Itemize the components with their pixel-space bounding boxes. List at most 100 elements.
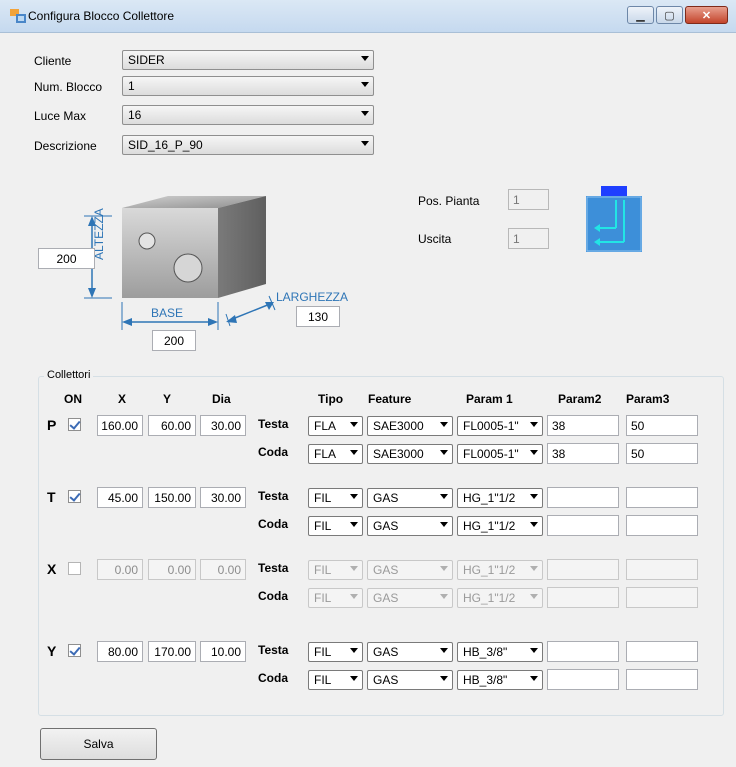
- testa-tipo-select[interactable]: FIL: [308, 642, 363, 662]
- cliente-select[interactable]: SIDER: [122, 50, 374, 70]
- testa-feature-select[interactable]: SAE3000: [367, 416, 453, 436]
- testa-feature-value: GAS: [373, 491, 399, 505]
- app-icon: [10, 9, 26, 23]
- testa-tipo-select[interactable]: FLA: [308, 416, 363, 436]
- testa-param3-input[interactable]: 50: [626, 415, 698, 436]
- row-x-input[interactable]: 0.00: [97, 559, 143, 580]
- testa-param2-input[interactable]: [547, 559, 619, 580]
- testa-param3-input[interactable]: [626, 487, 698, 508]
- row-letter: X: [47, 561, 57, 577]
- testa-param2-input[interactable]: [547, 487, 619, 508]
- uscita-input[interactable]: 1: [508, 228, 549, 249]
- testa-param1-select[interactable]: HG_1"1/2: [457, 560, 543, 580]
- coda-tipo-select[interactable]: FIL: [308, 588, 363, 608]
- altezza-input[interactable]: 200: [38, 248, 95, 269]
- testa-feature-select[interactable]: GAS: [367, 642, 453, 662]
- row-enabled-checkbox[interactable]: [68, 562, 81, 575]
- maximize-button[interactable]: ▢: [656, 6, 683, 24]
- coda-feature-select[interactable]: GAS: [367, 516, 453, 536]
- testa-feature-select[interactable]: GAS: [367, 560, 453, 580]
- dropdown-arrow-icon: [530, 450, 538, 455]
- coda-tipo-select[interactable]: FLA: [308, 444, 363, 464]
- testa-param1-value: HG_1"1/2: [463, 563, 516, 577]
- row-dia-input[interactable]: 10.00: [200, 641, 246, 662]
- testa-tipo-select[interactable]: FIL: [308, 560, 363, 580]
- coda-param1-select[interactable]: HG_1"1/2: [457, 588, 543, 608]
- coda-param3-input[interactable]: [626, 515, 698, 536]
- testa-param3-input[interactable]: [626, 559, 698, 580]
- row-y-value: 170.00: [154, 645, 191, 659]
- dropdown-arrow-icon: [350, 422, 358, 427]
- maximize-icon: ▢: [664, 9, 675, 22]
- coda-feature-select[interactable]: GAS: [367, 588, 453, 608]
- row-dia-value: 10.00: [210, 645, 241, 659]
- dropdown-arrow-icon: [530, 566, 538, 571]
- coda-feature-select[interactable]: SAE3000: [367, 444, 453, 464]
- larghezza-input[interactable]: 130: [296, 306, 340, 327]
- testa-param1-select[interactable]: FL0005-1": [457, 416, 543, 436]
- row-y-value: 150.00: [154, 491, 191, 505]
- testa-param1-select[interactable]: HG_1"1/2: [457, 488, 543, 508]
- descrizione-label: Descrizione: [34, 139, 97, 153]
- testa-tipo-select[interactable]: FIL: [308, 488, 363, 508]
- row-x-input[interactable]: 160.00: [97, 415, 143, 436]
- row-dia-input[interactable]: 30.00: [200, 415, 246, 436]
- row-y-input[interactable]: 170.00: [148, 641, 196, 662]
- row-enabled-checkbox[interactable]: [68, 418, 81, 431]
- num-blocco-select[interactable]: 1: [122, 76, 374, 96]
- testa-param3-input[interactable]: [626, 641, 698, 662]
- row-y-value: 0.00: [167, 563, 191, 577]
- row-enabled-checkbox[interactable]: [68, 644, 81, 657]
- uscita-label: Uscita: [418, 232, 452, 246]
- row-x-input[interactable]: 80.00: [97, 641, 143, 662]
- row-x-value: 0.00: [114, 563, 138, 577]
- coda-tipo-select[interactable]: FIL: [308, 670, 363, 690]
- coda-param2-input[interactable]: 38: [547, 443, 619, 464]
- descrizione-select[interactable]: SID_16_P_90: [122, 135, 374, 155]
- testa-feature-select[interactable]: GAS: [367, 488, 453, 508]
- row-x-value: 80.00: [107, 645, 138, 659]
- base-input[interactable]: 200: [152, 330, 196, 351]
- dropdown-arrow-icon: [350, 594, 358, 599]
- coda-param2-input[interactable]: [547, 587, 619, 608]
- row-x-value: 45.00: [107, 491, 138, 505]
- testa-param3-value: 50: [631, 419, 645, 433]
- testa-param2-input[interactable]: 38: [547, 415, 619, 436]
- row-dia-input[interactable]: 30.00: [200, 487, 246, 508]
- row-y-input[interactable]: 150.00: [148, 487, 196, 508]
- minimize-icon: ▁: [636, 9, 645, 22]
- coda-param2-input[interactable]: [547, 669, 619, 690]
- num-blocco-value: 1: [128, 79, 135, 93]
- uscita-value: 1: [513, 232, 520, 246]
- row-y-input[interactable]: 60.00: [148, 415, 196, 436]
- testa-param1-value: FL0005-1": [463, 419, 519, 433]
- coda-param3-input[interactable]: [626, 587, 698, 608]
- luce-max-select[interactable]: 16: [122, 105, 374, 125]
- coda-param2-input[interactable]: [547, 515, 619, 536]
- testa-param2-input[interactable]: [547, 641, 619, 662]
- coda-param3-input[interactable]: 50: [626, 443, 698, 464]
- coda-feature-value: SAE3000: [373, 447, 424, 461]
- row-dia-input[interactable]: 0.00: [200, 559, 246, 580]
- dropdown-arrow-icon: [530, 494, 538, 499]
- coda-feature-select[interactable]: GAS: [367, 670, 453, 690]
- row-x-input[interactable]: 45.00: [97, 487, 143, 508]
- row-dia-value: 30.00: [210, 491, 241, 505]
- minimize-button[interactable]: ▁: [627, 6, 654, 24]
- row-y-input[interactable]: 0.00: [148, 559, 196, 580]
- dropdown-arrow-icon: [530, 676, 538, 681]
- coda-param1-select[interactable]: HB_3/8": [457, 670, 543, 690]
- main-window: Configura Blocco Collettore ▁ ▢ ✕ Client…: [0, 0, 736, 767]
- coda-param1-select[interactable]: FL0005-1": [457, 444, 543, 464]
- dropdown-arrow-icon: [361, 82, 369, 87]
- dropdown-arrow-icon: [350, 522, 358, 527]
- close-button[interactable]: ✕: [685, 6, 728, 24]
- testa-param1-select[interactable]: HB_3/8": [457, 642, 543, 662]
- coda-param1-select[interactable]: HG_1"1/2: [457, 516, 543, 536]
- coda-param3-input[interactable]: [626, 669, 698, 690]
- header-param1: Param 1: [466, 392, 513, 406]
- pos-pianta-input[interactable]: 1: [508, 189, 549, 210]
- save-button[interactable]: Salva: [40, 728, 157, 760]
- coda-tipo-select[interactable]: FIL: [308, 516, 363, 536]
- row-enabled-checkbox[interactable]: [68, 490, 81, 503]
